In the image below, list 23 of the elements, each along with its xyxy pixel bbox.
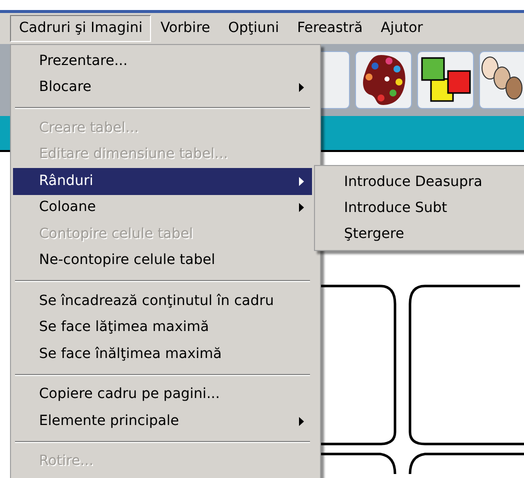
menu-item[interactable]: Se încadrează conţinutul în cadru (13, 288, 312, 314)
menu-item[interactable]: Elemente principale (13, 408, 312, 434)
menu-bar-item[interactable]: Fereastră (288, 15, 372, 42)
menu-item[interactable]: Ne-contopire celule tabel (13, 248, 312, 274)
menu-item[interactable]: Blocare (13, 74, 312, 101)
toolbar-button[interactable] (355, 51, 412, 109)
menu-item[interactable]: Se face lăţimea maximă (13, 314, 312, 341)
menu-item[interactable]: Prezentare... (13, 48, 312, 74)
menu-item[interactable]: Rânduri (13, 168, 312, 194)
menu-item[interactable]: Coloane (13, 194, 312, 221)
menu-item[interactable]: Se face înălţimea maximă (13, 341, 312, 368)
menu-bar-item[interactable]: Cadruri şi Imagini (10, 15, 152, 42)
menu-bar-item[interactable]: Ajutor (372, 15, 432, 42)
toolbar-button[interactable] (417, 51, 474, 109)
color-squares-icon (420, 57, 470, 103)
menu-item[interactable]: Introduce Deasupra (315, 169, 524, 195)
toolbar-button[interactable] (479, 51, 524, 109)
palette-icon (360, 53, 406, 107)
menu-item[interactable]: Ştergere (315, 221, 524, 247)
menu-item[interactable]: Introduce Subt (315, 195, 524, 221)
menu-item[interactable]: Copiere cadru pe pagini... (13, 382, 312, 408)
menu-bar-item[interactable]: Opţiuni (219, 15, 288, 42)
menu-bar-item[interactable]: Vorbire (151, 15, 220, 42)
